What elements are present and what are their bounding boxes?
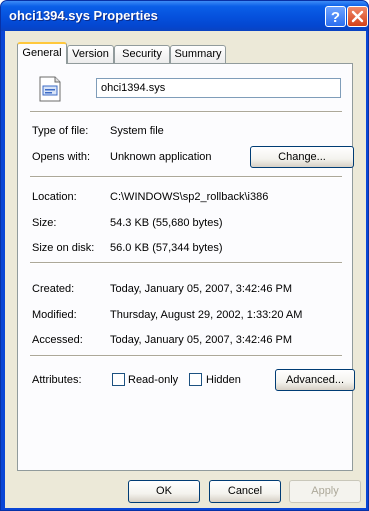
tab-general[interactable]: General (17, 42, 67, 64)
help-icon: ? (331, 9, 340, 26)
location-label: Location: (32, 191, 77, 203)
advanced-button[interactable]: Advanced... (275, 369, 355, 391)
separator (30, 355, 342, 357)
title-bar[interactable]: ohci1394.sys Properties ? (1, 1, 368, 31)
opens-with-value: Unknown application (110, 151, 212, 163)
change-button[interactable]: Change... (250, 146, 354, 168)
hidden-checkbox[interactable] (189, 373, 202, 386)
separator (30, 262, 342, 264)
general-tab-panel: ohci1394.sys Type of file: System file O… (17, 63, 355, 471)
read-only-label[interactable]: Read-only (128, 374, 178, 386)
accessed-value: Today, January 05, 2007, 3:42:46 PM (110, 334, 293, 346)
tab-security[interactable]: Security (114, 45, 170, 63)
tab-summary[interactable]: Summary (170, 45, 226, 63)
close-button[interactable] (347, 6, 368, 27)
tab-version[interactable]: Version (67, 45, 114, 63)
size-value: 54.3 KB (55,680 bytes) (110, 217, 223, 229)
type-of-file-label: Type of file: (32, 125, 89, 137)
attributes-label: Attributes: (32, 374, 82, 386)
size-label: Size: (32, 217, 57, 229)
read-only-checkbox[interactable] (112, 373, 125, 386)
accessed-label: Accessed: (32, 334, 83, 346)
modified-value: Thursday, August 29, 2002, 1:33:20 AM (110, 309, 303, 321)
opens-with-label: Opens with: (32, 151, 91, 163)
dialog-body: General Version Security Summary ohci139… (5, 31, 366, 508)
hidden-label[interactable]: Hidden (206, 374, 241, 386)
separator (30, 111, 342, 113)
close-icon (351, 10, 364, 23)
separator (30, 176, 342, 178)
apply-button[interactable]: Apply (289, 480, 361, 503)
type-of-file-value: System file (110, 125, 164, 137)
file-name-field[interactable]: ohci1394.sys (96, 78, 341, 98)
created-label: Created: (32, 283, 75, 295)
cancel-button[interactable]: Cancel (209, 480, 281, 503)
window-title: ohci1394.sys Properties (9, 8, 158, 23)
help-button[interactable]: ? (325, 6, 346, 27)
ok-button[interactable]: OK (128, 480, 200, 503)
location-value: C:\WINDOWS\sp2_rollback\i386 (110, 191, 269, 203)
svg-text:?: ? (331, 9, 340, 26)
size-on-disk-label: Size on disk: (32, 242, 95, 254)
size-on-disk-value: 56.0 KB (57,344 bytes) (110, 242, 223, 254)
properties-window: ohci1394.sys Properties ? General Versio… (0, 0, 369, 511)
modified-label: Modified: (32, 309, 77, 321)
system-file-icon (39, 76, 61, 102)
created-value: Today, January 05, 2007, 3:42:46 PM (110, 283, 293, 295)
